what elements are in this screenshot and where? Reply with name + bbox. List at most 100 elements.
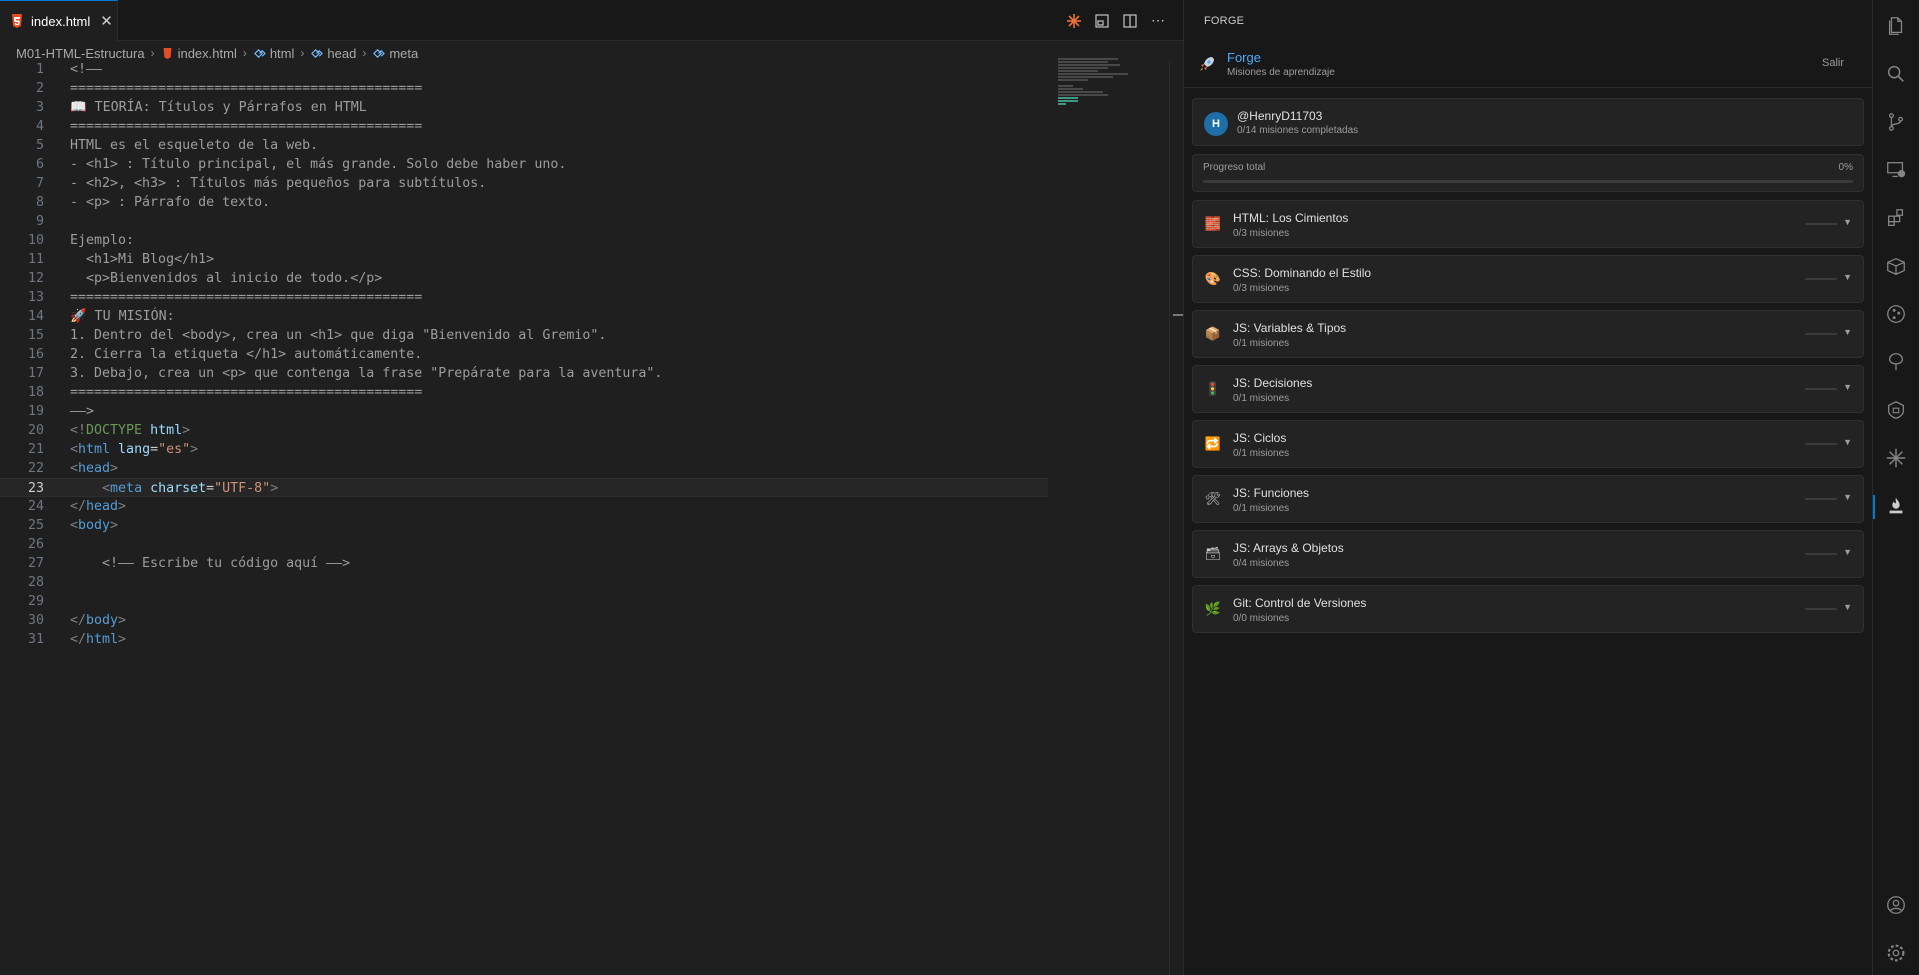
progress-bar [1203, 180, 1853, 183]
chevron-down-icon[interactable]: ▼ [1843, 217, 1852, 227]
module-progress: 0/0 misiones [1233, 613, 1290, 624]
module-card[interactable]: 🛠 JS: Funciones 0/1 misiones ▼ [1192, 475, 1864, 523]
code-line[interactable]: 6 - <h1> : Título principal, el más grand… [0, 155, 1050, 174]
code-line[interactable]: 18 ======================================… [0, 383, 1050, 402]
account-icon[interactable] [1884, 893, 1908, 917]
code-line[interactable]: 15 1. Dentro del <body>, crea un <h1> que… [0, 326, 1050, 345]
chevron-down-icon[interactable]: ▼ [1843, 272, 1852, 282]
code-line[interactable]: 10 Ejemplo: [0, 231, 1050, 250]
code-line[interactable]: 8 - <p> : Párrafo de texto. [0, 193, 1050, 212]
minimap[interactable] [1058, 58, 1148, 128]
settings-icon[interactable] [1884, 941, 1908, 965]
starburst-icon[interactable] [1884, 446, 1908, 470]
code-line[interactable]: 4 =======================================… [0, 117, 1050, 136]
code-line[interactable]: 1 <!—— [0, 60, 1050, 79]
module-card[interactable]: 🔁 JS: Ciclos 0/1 misiones ▼ [1192, 420, 1864, 468]
line-text: <head> [70, 459, 118, 478]
symbol-field-icon [253, 48, 266, 58]
module-card[interactable]: 🗃 JS: Arrays & Objetos 0/4 misiones ▼ [1192, 530, 1864, 578]
security-icon[interactable] [1884, 398, 1908, 422]
module-card[interactable]: 🌿 Git: Control de Versiones 0/0 misiones ▼ [1192, 585, 1864, 633]
code-line[interactable]: 21 <html lang="es"> [0, 440, 1050, 459]
tree-icon[interactable] [1884, 350, 1908, 374]
breadcrumb-symbol-head[interactable]: head [310, 46, 356, 61]
module-card[interactable]: 🎨 CSS: Dominando el Estilo 0/3 misiones ▼ [1192, 255, 1864, 303]
module-card[interactable]: 🚦 JS: Decisiones 0/1 misiones ▼ [1192, 365, 1864, 413]
breadcrumb-symbol-html[interactable]: html [253, 46, 294, 61]
line-text: <html lang="es"> [70, 440, 198, 459]
forge-panel: FORGE Forge Misiones de aprendizaje Sali… [1183, 0, 1873, 975]
open-preview-icon[interactable] [1093, 12, 1111, 30]
code-line[interactable]: 24 </head> [0, 497, 1050, 516]
code-line[interactable]: 22 <head> [0, 459, 1050, 478]
module-icon: 🚦 [1204, 381, 1222, 396]
chevron-down-icon[interactable]: ▼ [1843, 327, 1852, 337]
code-line[interactable]: 26 [0, 535, 1050, 554]
code-token: <! [70, 423, 87, 438]
code-token: > [190, 442, 199, 457]
code-token: > [118, 613, 127, 628]
module-progress-bar [1805, 608, 1837, 610]
breadcrumb-symbol-meta[interactable]: meta [372, 46, 418, 61]
code-line[interactable]: 30 </body> [0, 611, 1050, 630]
editor-scrollbar[interactable] [1169, 60, 1183, 975]
code-line[interactable]: 25 <body> [0, 516, 1050, 535]
code-line[interactable]: 7 - <h2>, <h3> : Títulos más pequeños par… [0, 174, 1050, 193]
breadcrumb-file[interactable]: index.html [161, 46, 237, 61]
module-card[interactable]: 📦 JS: Variables & Tipos 0/1 misiones ▼ [1192, 310, 1864, 358]
code-line[interactable]: 11 <h1>Mi Blog</h1> [0, 250, 1050, 269]
code-line[interactable]: 3 📖 TEORÍA: Títulos y Párrafos en HTML [0, 98, 1050, 117]
code-line[interactable]: 5 HTML es el esqueleto de la web. [0, 136, 1050, 155]
code-line[interactable]: 19 ——> [0, 402, 1050, 421]
forge-header: Forge Misiones de aprendizaje Salir [1184, 47, 1873, 88]
code-line[interactable]: 2 =======================================… [0, 79, 1050, 98]
code-line[interactable]: 31 </html> [0, 630, 1050, 649]
code-line[interactable]: 29 [0, 592, 1050, 611]
line-number: 9 [35, 214, 44, 229]
tab-bar: index.html ✕ ⋯ [0, 0, 1183, 41]
breadcrumb-folder[interactable]: M01-HTML-Estructura [16, 46, 145, 61]
line-number: 23 [27, 481, 44, 496]
chevron-down-icon[interactable]: ▼ [1843, 547, 1852, 557]
source-control-icon[interactable] [1884, 110, 1908, 134]
module-title: JS: Variables & Tipos [1233, 321, 1347, 335]
search-icon[interactable] [1884, 62, 1908, 86]
code-line[interactable]: 12 <p>Bienvenidos al inicio de todo.</p> [0, 269, 1050, 288]
git-graph-icon[interactable] [1884, 302, 1908, 326]
code-line[interactable]: 23 <meta charset="UTF-8"> [0, 478, 1048, 497]
chevron-down-icon[interactable]: ▼ [1843, 437, 1852, 447]
code-token: HTML es el esqueleto de la web. [70, 138, 319, 153]
line-number: 4 [35, 119, 44, 134]
logout-button[interactable]: Salir [1822, 57, 1844, 69]
split-editor-icon[interactable] [1121, 12, 1139, 30]
chevron-down-icon[interactable]: ▼ [1843, 492, 1852, 502]
module-title: HTML: Los Cimientos [1233, 211, 1349, 225]
code-token: "es" [158, 442, 191, 457]
code-line[interactable]: 14 🚀 TU MISIÓN: [0, 307, 1050, 326]
code-line[interactable]: 17 3. Debajo, crea un <p> que contenga la… [0, 364, 1050, 383]
code-token: > [270, 481, 279, 496]
extensions-icon[interactable] [1884, 206, 1908, 230]
explorer-icon[interactable] [1884, 14, 1908, 38]
line-number: 26 [27, 537, 44, 552]
containers-icon[interactable] [1884, 254, 1908, 278]
tab-close-icon[interactable]: ✕ [100, 12, 113, 30]
module-card[interactable]: 🧱 HTML: Los Cimientos 0/3 misiones ▼ [1192, 200, 1864, 248]
code-line[interactable]: 13 ======================================… [0, 288, 1050, 307]
code-line[interactable]: 28 [0, 573, 1050, 592]
line-number: 25 [27, 518, 44, 533]
forge-spark-icon[interactable] [1065, 12, 1083, 30]
forge-icon[interactable] [1884, 494, 1908, 518]
line-number: 2 [35, 81, 44, 96]
chevron-down-icon[interactable]: ▼ [1843, 602, 1852, 612]
tab-index-html[interactable]: index.html ✕ [0, 0, 118, 41]
code-line[interactable]: 9 [0, 212, 1050, 231]
code-editor[interactable]: 1 <!—— 2 ==================================… [0, 60, 1050, 649]
more-actions-icon[interactable]: ⋯ [1149, 12, 1167, 30]
code-line[interactable]: 16 2. Cierra la etiqueta </h1> automática… [0, 345, 1050, 364]
code-line[interactable]: 20 <!DOCTYPE html> [0, 421, 1050, 440]
remote-explorer-icon[interactable] [1884, 158, 1908, 182]
chevron-down-icon[interactable]: ▼ [1843, 382, 1852, 392]
editor-area: index.html ✕ ⋯ M01-HTML-Estructura › ind… [0, 0, 1183, 975]
code-line[interactable]: 27 <!—— Escribe tu código aquí ——> [0, 554, 1050, 573]
